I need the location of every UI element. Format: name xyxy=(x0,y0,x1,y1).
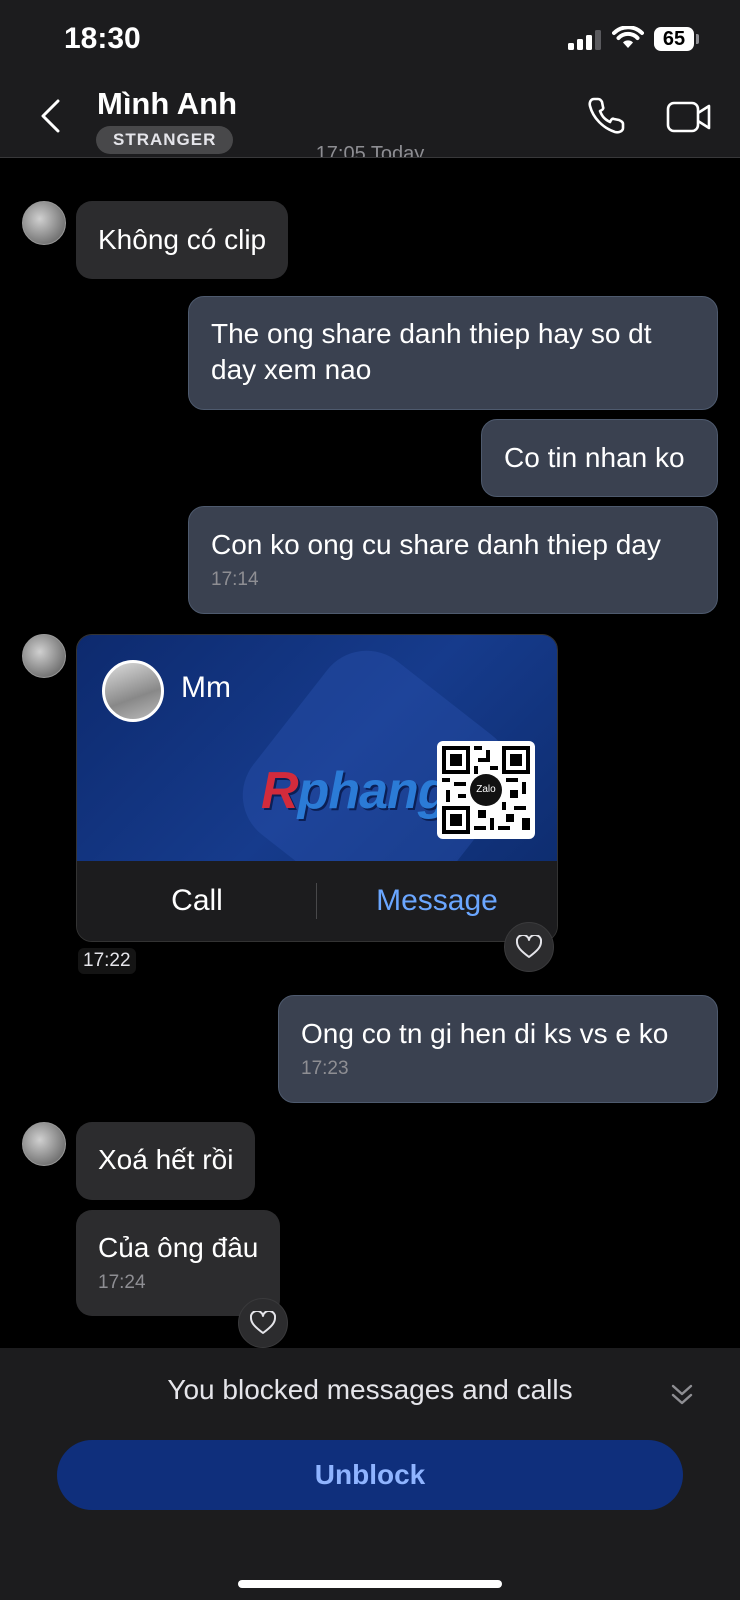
outgoing-message-bubble[interactable]: Ong co tn gi hen di ks vs e ko 17:23 xyxy=(278,995,718,1103)
status-time: 18:30 xyxy=(64,22,141,55)
video-call-icon[interactable] xyxy=(666,100,712,134)
message-text: Xoá hết rồi xyxy=(98,1144,234,1175)
blocked-notice: You blocked messages and calls xyxy=(167,1374,573,1405)
back-chevron-icon[interactable] xyxy=(38,98,62,134)
card-contact-avatar xyxy=(102,660,164,722)
incoming-message-bubble[interactable]: Của ông đâu 17:24 xyxy=(76,1210,281,1316)
double-chevron-down-icon[interactable] xyxy=(670,1382,694,1408)
date-separator: 17:05 Today xyxy=(315,143,425,157)
phone-call-icon[interactable] xyxy=(586,96,626,136)
message-text: Không có clip xyxy=(98,224,267,255)
message-text: Co tin nhan ko xyxy=(504,442,685,473)
wifi-icon xyxy=(612,26,644,48)
watermark-logo: Rphang xyxy=(261,762,450,820)
react-heart-button[interactable] xyxy=(504,922,554,972)
battery-indicator: 65 xyxy=(654,27,694,51)
message-timestamp: 17:24 xyxy=(98,1272,146,1293)
battery-tip xyxy=(696,34,699,44)
heart-icon xyxy=(250,1311,276,1334)
sender-avatar[interactable] xyxy=(22,201,66,245)
heart-icon xyxy=(516,935,542,958)
zalo-logo: Zalo xyxy=(470,774,502,806)
unblock-button[interactable]: Unblock xyxy=(57,1440,683,1510)
message-text: Của ông đâu xyxy=(98,1232,259,1263)
incoming-message-bubble[interactable]: Không có clip xyxy=(76,201,289,279)
outgoing-message-bubble[interactable]: Con ko ong cu share danh thiep day 17:14 xyxy=(188,506,718,614)
cellular-signal-icon xyxy=(568,30,601,50)
message-text: The ong share danh thiep hay so dt day x… xyxy=(211,318,652,385)
card-contact-name: Mm xyxy=(181,671,231,704)
contact-card-actions: Call Message xyxy=(77,861,557,941)
card-call-button[interactable]: Call xyxy=(77,861,317,941)
card-timestamp: 17:22 xyxy=(78,948,136,974)
message-timestamp: 17:23 xyxy=(301,1058,349,1079)
contact-card-banner: Mm Rphang Zalo xyxy=(77,635,557,940)
message-text: Ong co tn gi hen di ks vs e ko xyxy=(301,1018,669,1049)
outgoing-message-bubble[interactable]: The ong share danh thiep hay so dt day x… xyxy=(188,296,718,410)
outgoing-message-bubble[interactable]: Co tin nhan ko xyxy=(481,419,718,497)
contact-card[interactable]: Mm Rphang Zalo Call Message xyxy=(76,634,558,942)
sender-avatar[interactable] xyxy=(22,1122,66,1166)
message-text: Con ko ong cu share danh thiep day xyxy=(211,529,661,560)
contact-name[interactable]: Mình Anh xyxy=(97,86,237,122)
qr-code[interactable]: Zalo xyxy=(437,741,535,839)
react-heart-button[interactable] xyxy=(238,1298,288,1348)
sender-avatar[interactable] xyxy=(22,634,66,678)
message-timestamp: 17:14 xyxy=(211,569,259,590)
incoming-message-bubble[interactable]: Xoá hết rồi xyxy=(76,1122,256,1200)
home-indicator[interactable] xyxy=(238,1580,502,1588)
blocked-footer: You blocked messages and calls Unblock xyxy=(0,1348,740,1600)
